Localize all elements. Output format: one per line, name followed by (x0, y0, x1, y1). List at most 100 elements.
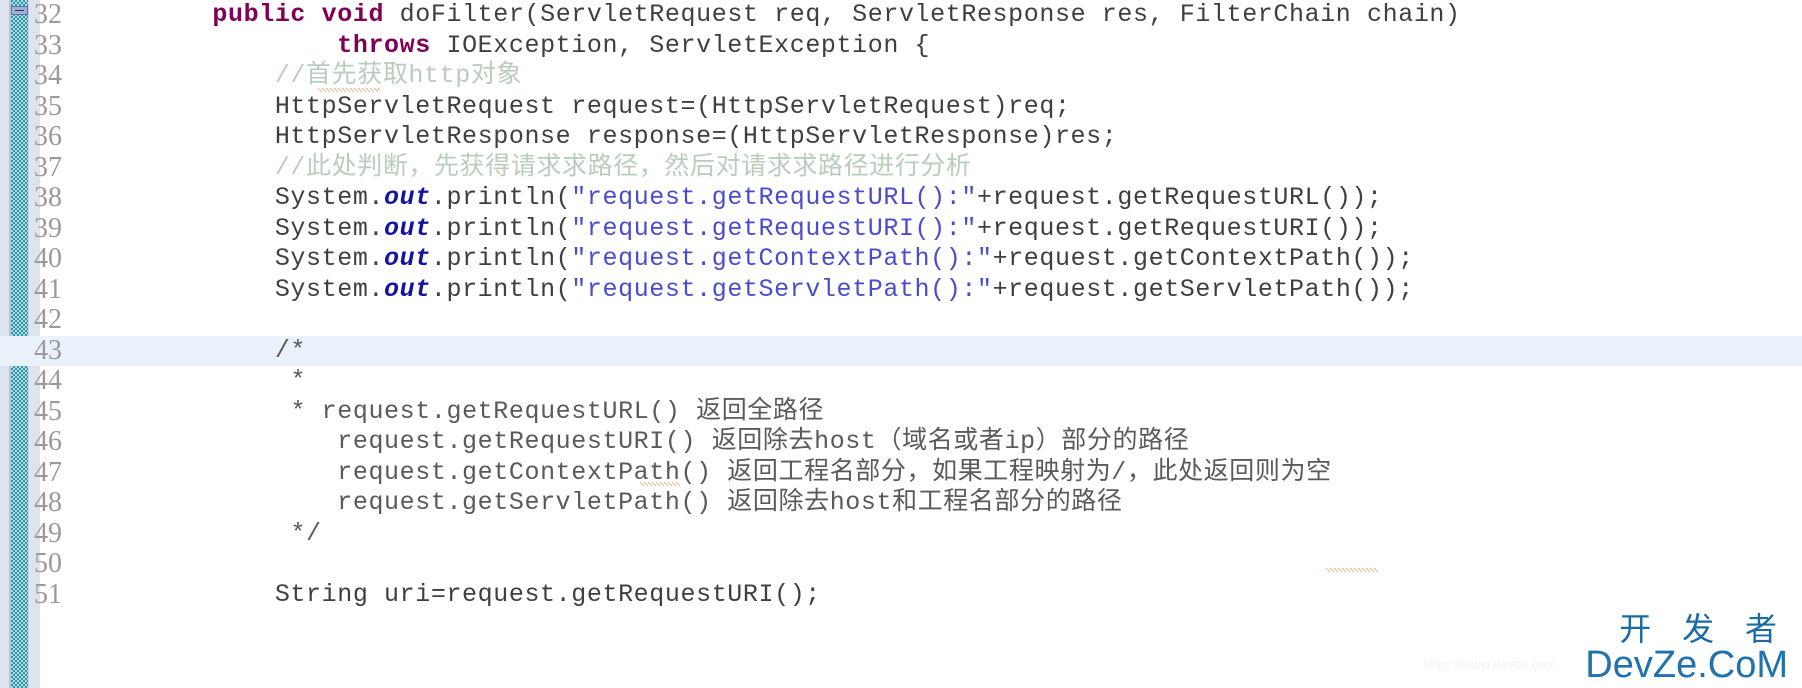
source-line-current[interactable]: /* (0, 335, 1802, 366)
line-number: 48 (34, 487, 62, 518)
source-line-text: System.out.println("request.getRequestUR… (150, 214, 1383, 243)
source-line[interactable]: System.out.println("request.getRequestUR… (0, 214, 1802, 245)
source-line-text: * request.getRequestURL() 返回全路径 (150, 397, 824, 426)
source-line-text: System.out.println("request.getContextPa… (150, 244, 1414, 273)
source-line-text: */ (150, 519, 322, 548)
token-bcmt: request.getContextPath() 返回工程名部分，如果工程映射为… (337, 457, 1332, 487)
token-plain: .println( (430, 183, 572, 212)
token-bcmt: request.getRequestURI() 返回除去host（域名或者ip）… (337, 427, 1190, 456)
source-line-text: * (150, 366, 306, 395)
line-number: 34 (34, 60, 62, 91)
token-str: "request.getContextPath():" (571, 244, 993, 273)
token-plain: IOException, ServletException { (430, 30, 931, 60)
token-fld: out (384, 244, 431, 273)
source-line[interactable]: System.out.println("request.getContextPa… (0, 244, 1802, 275)
source-line-text: HttpServletResponse response=(HttpServle… (150, 122, 1117, 151)
line-number: 35 (34, 90, 62, 122)
source-lines[interactable]: public void doFilter(ServletRequest req,… (0, 0, 1802, 610)
source-line[interactable]: System.out.println("request.getRequestUR… (0, 183, 1802, 214)
source-line[interactable]: throws IOException, ServletException { (0, 31, 1802, 62)
source-line[interactable]: request.getContextPath() 返回工程名部分，如果工程映射为… (0, 458, 1802, 489)
source-line[interactable]: String uri=request.getRequestURI(); (0, 580, 1802, 611)
token-plain: .println( (430, 213, 572, 243)
line-number: 39 (34, 212, 62, 244)
token-fld: out (384, 183, 431, 212)
line-number: 40 (34, 243, 62, 274)
line-number: 33 (34, 29, 62, 61)
line-number: 36 (34, 121, 62, 152)
token-bcmt: request.getServletPath() 返回除去host和工程名部分的… (337, 488, 1123, 517)
token-plain: +request.getContextPath()); (992, 244, 1414, 273)
token-plain: String uri=request.getRequestURI(); (150, 579, 821, 609)
line-number-column: 32 33 34 35 36 37 38 39 40 41 42 43 44 45 46 47 48 49 50 51 (34, 0, 144, 610)
token-str: "request.getRequestURI():" (571, 213, 977, 243)
line-number: 49 (34, 517, 62, 549)
line-number: 43 (34, 334, 62, 366)
token-plain: doFilter(ServletRequest req, ServletResp… (384, 0, 1461, 29)
source-line[interactable]: */ (0, 519, 1802, 550)
source-line[interactable]: HttpServletResponse response=(HttpServle… (0, 122, 1802, 153)
token-plain: HttpServletRequest request=(HttpServletR… (150, 91, 1071, 121)
line-number: 32 (34, 0, 62, 30)
source-line-text: request.getRequestURI() 返回除去host（域名或者ip）… (150, 427, 1189, 456)
token-plain: .println( (430, 244, 572, 273)
source-line-text: HttpServletRequest request=(HttpServletR… (150, 92, 1071, 121)
token-fld: out (384, 213, 431, 243)
source-line[interactable]: public void doFilter(ServletRequest req,… (0, 0, 1802, 31)
token-plain: +request.getRequestURL()); (976, 183, 1383, 212)
token-plain: +request.getServletPath()); (992, 274, 1414, 304)
line-number: 50 (34, 548, 62, 579)
source-line-text: //首先获取http对象 (150, 61, 522, 90)
token-cmt: //此处判断，先获得请求求路径，然后对请求求路径进行分析 (274, 152, 972, 182)
source-line-text: request.getContextPath() 返回工程名部分，如果工程映射为… (150, 458, 1332, 487)
token-plain: System. (150, 274, 385, 304)
line-number: 46 (34, 426, 62, 457)
code-editor-viewport: public void doFilter(ServletRequest req,… (0, 0, 1802, 688)
watermark: 开 发 者 DevZe.CoM (1585, 612, 1788, 684)
token-str: "request.getRequestURL():" (571, 183, 977, 212)
source-line[interactable]: //此处判断，先获得请求求路径，然后对请求求路径进行分析 (0, 153, 1802, 184)
line-number: 38 (34, 182, 62, 213)
source-line[interactable]: //首先获取http对象 (0, 61, 1802, 92)
line-number: 44 (34, 365, 62, 396)
source-line[interactable]: request.getServletPath() 返回除去host和工程名部分的… (0, 488, 1802, 519)
source-line[interactable] (0, 549, 1802, 580)
source-line-text: System.out.println("request.getServletPa… (150, 275, 1414, 304)
code-content[interactable]: public void doFilter(ServletRequest req,… (0, 0, 1802, 688)
token-kw: public void (212, 0, 385, 29)
source-line-text: String uri=request.getRequestURI(); (150, 580, 821, 609)
line-number: 42 (34, 304, 62, 335)
source-line[interactable]: * (0, 366, 1802, 397)
token-bcmt: * (290, 366, 307, 395)
source-line-text: public void doFilter(ServletRequest req,… (150, 0, 1461, 29)
token-plain: +request.getRequestURI()); (976, 213, 1383, 243)
token-plain: System. (150, 244, 385, 273)
source-line[interactable]: System.out.println("request.getServletPa… (0, 275, 1802, 306)
watermark-cn-text: 开 发 者 (1619, 611, 1788, 647)
source-line[interactable]: request.getRequestURI() 返回除去host（域名或者ip）… (0, 427, 1802, 458)
token-bcmt: */ (290, 518, 322, 548)
source-line-text: throws IOException, ServletException { (150, 31, 930, 60)
token-kw: throws (337, 30, 431, 60)
line-number: 47 (34, 456, 62, 488)
token-cmt: //首先获取http对象 (274, 61, 523, 90)
source-line-text: request.getServletPath() 返回除去host和工程名部分的… (150, 488, 1123, 517)
token-plain: HttpServletResponse response=(HttpServle… (150, 122, 1118, 151)
watermark-url: https://www.devze.com (1423, 657, 1556, 672)
token-fld: out (384, 274, 431, 304)
source-line[interactable]: * request.getRequestURL() 返回全路径 (0, 397, 1802, 428)
token-bcmt: /* (274, 335, 307, 365)
token-str: "request.getServletPath():" (571, 274, 993, 304)
source-line[interactable]: HttpServletRequest request=(HttpServletR… (0, 92, 1802, 123)
source-line[interactable] (0, 305, 1802, 336)
